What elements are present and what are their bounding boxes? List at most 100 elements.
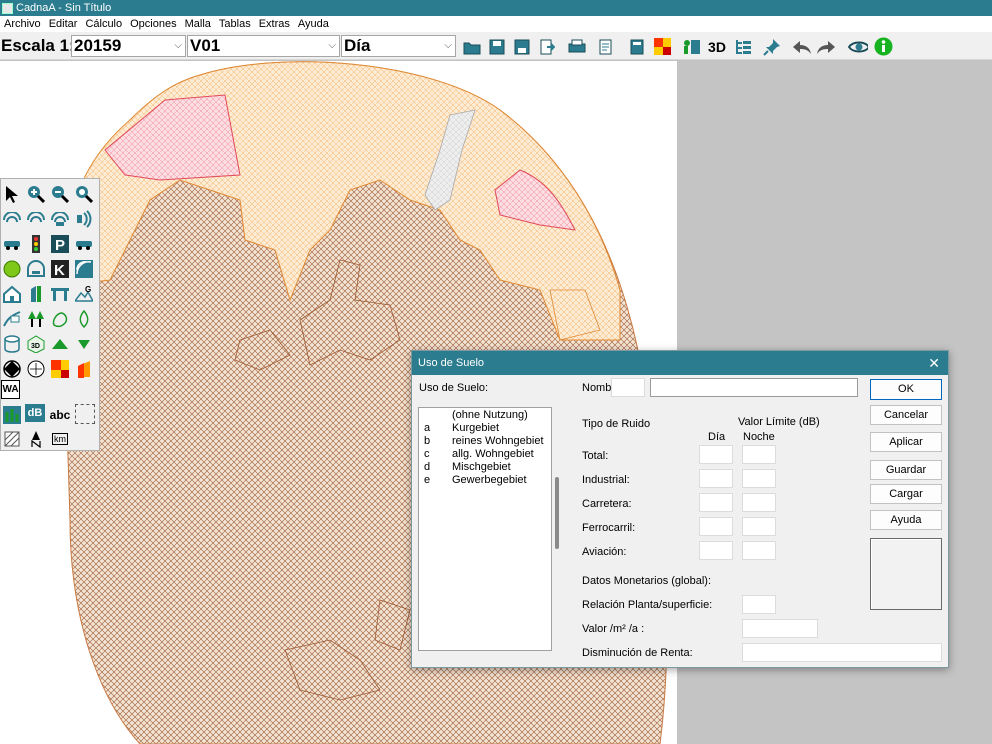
aviation-day-field[interactable] xyxy=(699,541,733,560)
vertical-source-icon[interactable] xyxy=(73,208,95,230)
list-item[interactable]: a Kurgebiet xyxy=(419,422,549,435)
text-icon[interactable]: abc xyxy=(49,404,71,426)
sphere-icon[interactable] xyxy=(1,258,23,280)
close-icon[interactable]: ✕ xyxy=(928,351,940,375)
pin-icon[interactable] xyxy=(762,37,782,56)
bridge-icon[interactable] xyxy=(49,283,71,305)
print-preview-icon[interactable] xyxy=(596,37,616,56)
cancel-button[interactable]: Cancelar xyxy=(870,405,942,425)
aviation-night-field[interactable] xyxy=(742,541,776,560)
ratio-field[interactable] xyxy=(742,595,776,614)
hatch-area-icon[interactable] xyxy=(1,428,23,450)
trees-icon[interactable] xyxy=(25,308,47,330)
save-as-icon[interactable] xyxy=(512,37,532,56)
leaf-icon[interactable] xyxy=(73,308,95,330)
scale-combo[interactable]: 20159 ⌵ xyxy=(71,35,186,57)
cylinder-icon[interactable] xyxy=(1,333,23,355)
help-button[interactable]: Ayuda xyxy=(870,510,942,530)
objects-icon[interactable] xyxy=(682,37,702,56)
area-icon[interactable] xyxy=(49,333,71,355)
eye-icon[interactable] xyxy=(848,37,868,56)
pointer-icon[interactable] xyxy=(1,183,23,205)
info-icon[interactable] xyxy=(873,37,893,56)
list-item[interactable]: b reines Wohngebiet xyxy=(419,435,549,448)
save-button[interactable]: Guardar xyxy=(870,460,942,480)
foliage-icon[interactable] xyxy=(49,308,71,330)
menu-malla[interactable]: Malla xyxy=(181,16,215,32)
list-item[interactable]: c allg. Wohngebiet xyxy=(419,448,549,461)
period-combo[interactable]: Día ⌵ xyxy=(341,35,456,57)
total-night-field[interactable] xyxy=(742,445,776,464)
road-night-field[interactable] xyxy=(742,493,776,512)
list-scrollbar[interactable] xyxy=(555,477,559,549)
menu-opciones[interactable]: Opciones xyxy=(126,16,180,32)
industrial-day-field[interactable] xyxy=(699,469,733,488)
land-use-list[interactable]: (ohne Nutzung) a Kurgebiet b reines Wohn… xyxy=(418,407,559,651)
zoom-out-icon[interactable] xyxy=(49,183,71,205)
k-factor-icon[interactable]: K xyxy=(49,258,71,280)
noise-map-icon[interactable] xyxy=(49,358,71,380)
road-icon[interactable] xyxy=(1,233,23,255)
open-folder-icon[interactable] xyxy=(462,37,482,56)
railway-night-field[interactable] xyxy=(742,517,776,536)
railway-icon[interactable] xyxy=(73,258,95,280)
list-item[interactable]: d Mischgebiet xyxy=(419,461,549,474)
save-icon[interactable] xyxy=(487,37,507,56)
list-item[interactable]: (ohne Nutzung) xyxy=(419,409,549,422)
parking-icon[interactable]: P xyxy=(49,233,71,255)
road-day-field[interactable] xyxy=(699,493,733,512)
contour-icon[interactable] xyxy=(1,308,23,330)
object-tree-icon[interactable] xyxy=(733,37,753,56)
ok-button[interactable]: OK xyxy=(870,379,942,400)
menu-extras[interactable]: Extras xyxy=(255,16,294,32)
menu-tablas[interactable]: Tablas xyxy=(215,16,255,32)
value-field[interactable] xyxy=(742,619,818,638)
noise-facade-icon[interactable] xyxy=(73,358,95,380)
barrier-icon[interactable] xyxy=(25,283,47,305)
list-item[interactable]: e Gewerbegebiet xyxy=(419,474,549,487)
list-item-key: e xyxy=(424,474,431,486)
db-icon[interactable]: dB xyxy=(25,404,45,422)
tunnel-icon[interactable] xyxy=(25,258,47,280)
redo-icon[interactable] xyxy=(816,37,836,56)
triangle-down-icon[interactable] xyxy=(73,333,95,355)
calculator-icon[interactable] xyxy=(627,37,647,56)
section-box-icon[interactable] xyxy=(75,404,95,424)
cross-section-icon[interactable] xyxy=(1,404,23,426)
variant-combo[interactable]: V01 ⌵ xyxy=(187,35,340,57)
terrain-g-icon[interactable]: G xyxy=(73,283,95,305)
print-icon[interactable] xyxy=(567,37,587,56)
export-icon[interactable] xyxy=(537,37,557,56)
total-day-field[interactable] xyxy=(699,445,733,464)
car-park-icon[interactable] xyxy=(73,233,95,255)
menu-archivo[interactable]: Archivo xyxy=(0,16,45,32)
traffic-light-icon[interactable] xyxy=(25,233,47,255)
apply-button[interactable]: Aplicar xyxy=(870,432,942,452)
grid-color-icon[interactable] xyxy=(652,37,672,56)
undo-icon[interactable] xyxy=(792,37,812,56)
building-icon[interactable] xyxy=(1,283,23,305)
line-source-icon[interactable] xyxy=(25,208,47,230)
load-button[interactable]: Cargar xyxy=(870,484,942,504)
name-short-field[interactable] xyxy=(611,378,645,397)
industrial-night-field[interactable] xyxy=(742,469,776,488)
scale-bar-icon[interactable]: km xyxy=(49,428,71,450)
preview-box[interactable] xyxy=(870,538,942,610)
railway-day-field[interactable] xyxy=(699,517,733,536)
3d-object-icon[interactable]: 3D xyxy=(25,333,47,355)
menu-ayuda[interactable]: Ayuda xyxy=(294,16,333,32)
zoom-extent-icon[interactable] xyxy=(73,183,95,205)
wa-icon[interactable]: WA xyxy=(1,380,20,399)
receiver-icon[interactable] xyxy=(1,358,23,380)
zoom-in-icon[interactable] xyxy=(25,183,47,205)
name-long-field[interactable] xyxy=(650,378,858,397)
north-arrow-icon[interactable] xyxy=(25,428,47,450)
area-source-icon[interactable] xyxy=(49,208,71,230)
rent-field[interactable] xyxy=(742,643,942,662)
3d-view-icon[interactable]: 3D xyxy=(707,37,727,56)
grid-receiver-icon[interactable] xyxy=(25,358,47,380)
list-label: Uso de Suelo: xyxy=(419,382,489,394)
point-source-icon[interactable] xyxy=(1,208,23,230)
menu-editar[interactable]: Editar xyxy=(45,16,82,32)
menu-calculo[interactable]: Cálculo xyxy=(81,16,126,32)
